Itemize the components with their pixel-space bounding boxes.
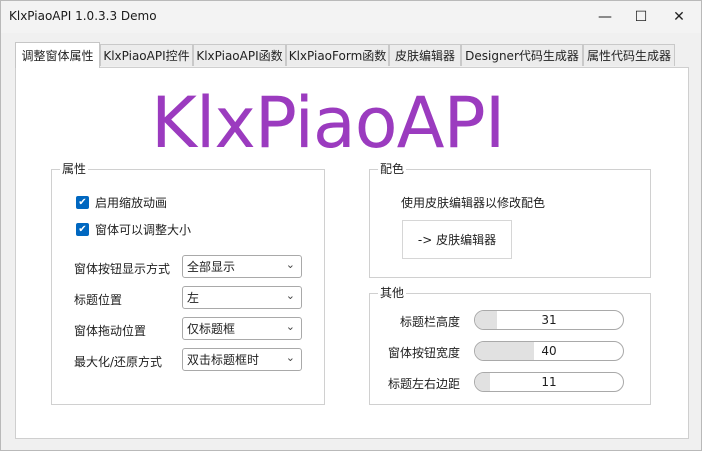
minimize-icon: — <box>598 9 612 25</box>
button-display-select[interactable]: 全部显示 ⌄ <box>182 255 302 278</box>
zoom-animation-label: 启用缩放动画 <box>95 196 168 210</box>
chevron-down-icon: ⌄ <box>285 258 295 271</box>
tab-skin-editor[interactable]: 皮肤编辑器 <box>389 44 461 66</box>
drag-position-select[interactable]: 仅标题框 ⌄ <box>182 317 302 340</box>
title-position-select[interactable]: 左 ⌄ <box>182 286 302 309</box>
maximize-button[interactable]: ☐ <box>623 1 659 33</box>
colors-legend: 配色 <box>378 162 407 176</box>
tab-functions[interactable]: KlxPiaoAPI函数 <box>193 44 286 66</box>
checkbox-check-icon: ✔ <box>76 196 89 209</box>
tab-designer-codegen[interactable]: Designer代码生成器 <box>461 44 583 66</box>
drag-position-value: 仅标题框 <box>187 322 236 336</box>
minimize-button[interactable]: — <box>587 1 623 33</box>
chevron-down-icon: ⌄ <box>285 351 295 364</box>
title-margin-label: 标题左右边距 <box>387 377 460 391</box>
maximize-restore-label: 最大化/还原方式 <box>74 355 163 369</box>
chevron-down-icon: ⌄ <box>285 320 295 333</box>
button-display-value: 全部显示 <box>187 260 236 274</box>
checkbox-check-icon: ✔ <box>76 223 89 236</box>
title-margin-slider[interactable]: 11 <box>474 372 624 392</box>
window-title: KlxPiaoAPI 1.0.3.3 Demo <box>9 9 157 23</box>
resizable-label: 窗体可以调整大小 <box>95 223 192 237</box>
close-icon: ✕ <box>673 9 685 25</box>
maximize-restore-select[interactable]: 双击标题框时 ⌄ <box>182 348 302 371</box>
drag-position-label: 窗体拖动位置 <box>74 324 147 338</box>
maximize-restore-value: 双击标题框时 <box>187 353 260 367</box>
button-width-value: 40 <box>541 344 557 358</box>
titlebar-height-label: 标题栏高度 <box>399 315 460 329</box>
title-position-value: 左 <box>187 291 200 305</box>
logo-text: KlxPiaoAPI <box>151 82 505 164</box>
titlebar-height-value: 31 <box>541 313 557 327</box>
titlebar-height-slider[interactable]: 31 <box>474 310 624 330</box>
other-legend: 其他 <box>378 286 407 300</box>
open-skin-editor-button[interactable]: -> 皮肤编辑器 <box>402 220 512 259</box>
button-width-slider[interactable]: 40 <box>474 341 624 361</box>
tab-property-codegen[interactable]: 属性代码生成器 <box>583 44 675 66</box>
colors-hint: 使用皮肤编辑器以修改配色 <box>401 196 546 210</box>
button-display-label: 窗体按钮显示方式 <box>74 262 171 276</box>
tab-form-functions[interactable]: KlxPiaoForm函数 <box>286 44 389 66</box>
app-window: KlxPiaoAPI 1.0.3.3 Demo — ☐ ✕ 调整窗体属性 Klx… <box>0 0 702 451</box>
maximize-icon: ☐ <box>634 9 648 25</box>
close-button[interactable]: ✕ <box>661 1 697 33</box>
properties-group: 属性 ✔ 启用缩放动画 ✔ 窗体可以调整大小 窗体按钮显示方式 全部显示 ⌄ 标… <box>51 162 325 405</box>
tab-controls[interactable]: KlxPiaoAPI控件 <box>100 44 193 66</box>
title-margin-value: 11 <box>541 375 557 389</box>
button-width-label: 窗体按钮宽度 <box>387 346 460 360</box>
tab-window-properties[interactable]: 调整窗体属性 <box>15 42 100 68</box>
title-bar[interactable]: KlxPiaoAPI 1.0.3.3 Demo — ☐ ✕ <box>1 1 701 33</box>
properties-legend: 属性 <box>60 162 89 176</box>
resizable-checkbox[interactable]: ✔ 窗体可以调整大小 <box>76 221 191 238</box>
title-position-label: 标题位置 <box>74 293 123 307</box>
colors-group: 配色 使用皮肤编辑器以修改配色 -> 皮肤编辑器 <box>369 162 651 278</box>
other-group: 其他 标题栏高度 31 窗体按钮宽度 40 标题左右边距 11 <box>369 286 651 405</box>
chevron-down-icon: ⌄ <box>285 289 295 302</box>
zoom-animation-checkbox[interactable]: ✔ 启用缩放动画 <box>76 194 167 211</box>
